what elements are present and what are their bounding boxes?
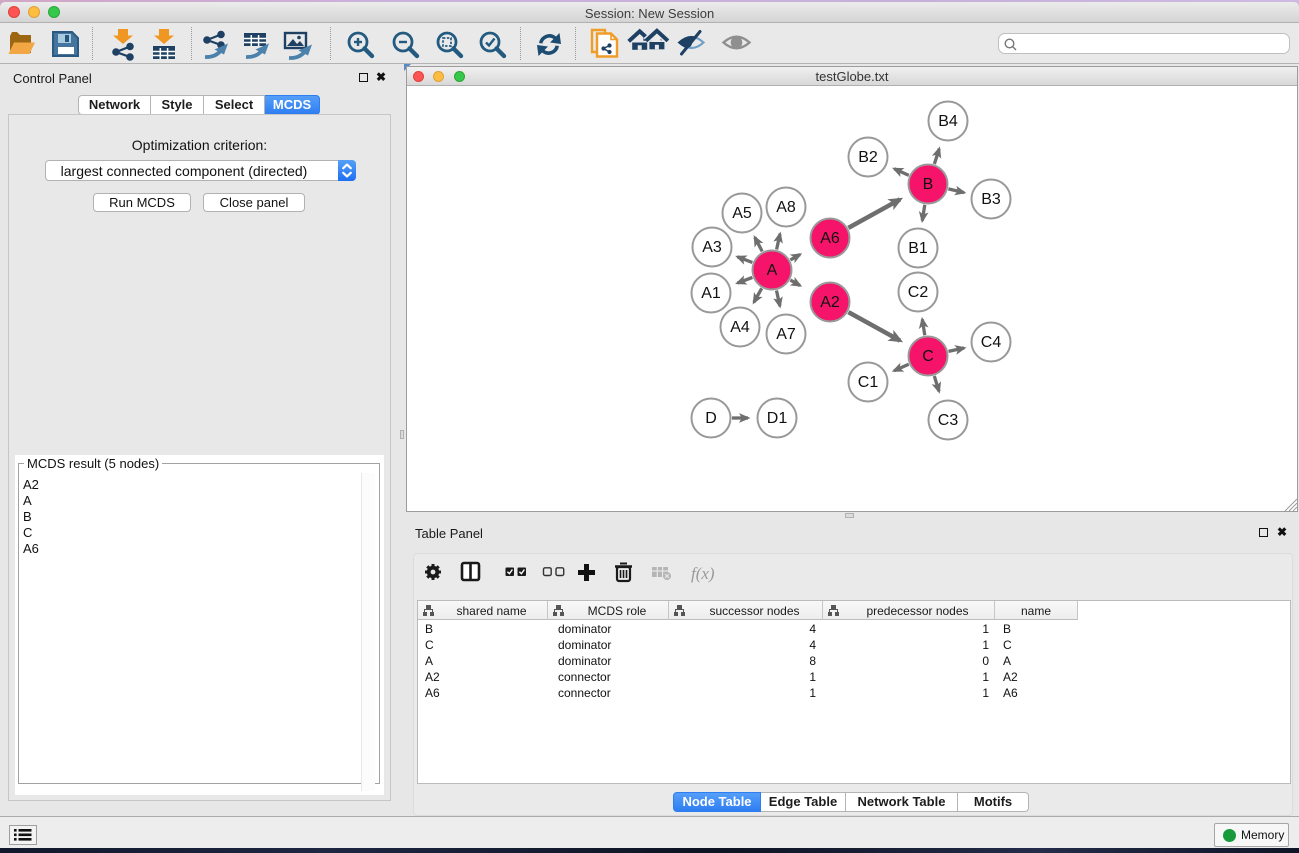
svg-text:A4: A4 — [730, 319, 750, 336]
svg-text:C2: C2 — [908, 284, 929, 301]
svg-text:B: B — [923, 176, 934, 193]
svg-text:C4: C4 — [981, 334, 1002, 351]
svg-text:B3: B3 — [981, 191, 1001, 208]
svg-text:B4: B4 — [938, 113, 958, 130]
svg-text:A3: A3 — [702, 239, 722, 256]
svg-text:C3: C3 — [938, 412, 959, 429]
svg-text:A2: A2 — [820, 294, 840, 311]
svg-text:C1: C1 — [858, 374, 879, 391]
svg-text:A: A — [767, 262, 778, 279]
svg-text:D: D — [705, 410, 717, 427]
svg-text:D1: D1 — [767, 410, 788, 427]
svg-text:A6: A6 — [820, 230, 840, 247]
svg-text:A5: A5 — [732, 205, 752, 222]
svg-text:A7: A7 — [776, 326, 796, 343]
svg-text:B2: B2 — [858, 149, 878, 166]
svg-text:A8: A8 — [776, 199, 796, 216]
svg-text:C: C — [922, 348, 934, 365]
svg-text:f(x): f(x) — [691, 564, 715, 583]
svg-text:A1: A1 — [701, 285, 721, 302]
svg-text:B1: B1 — [908, 240, 928, 257]
